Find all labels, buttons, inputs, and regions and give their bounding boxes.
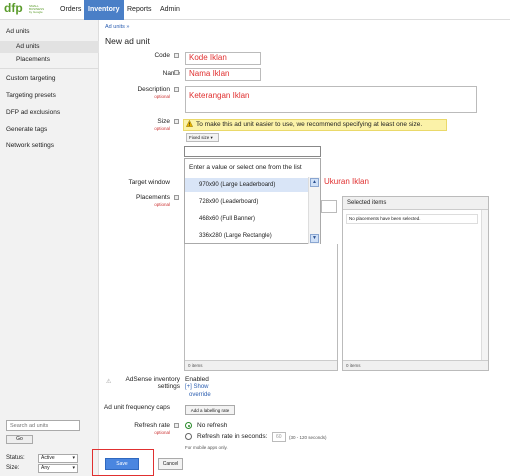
scroll-up-icon[interactable]: ▲ xyxy=(310,178,319,187)
sidebar-item-ad-units[interactable]: Ad units xyxy=(16,43,40,50)
breadcrumb[interactable]: Ad units » xyxy=(105,24,129,30)
name-field[interactable]: Nama Iklan xyxy=(185,68,261,81)
size-option[interactable]: 336x280 (Large Rectangle) xyxy=(185,229,308,243)
freq-caps-label: Ad unit frequency caps xyxy=(103,404,170,411)
placements-search-input[interactable] xyxy=(321,200,337,213)
description-optional: optional xyxy=(154,94,170,99)
name-label: Name xyxy=(162,70,180,77)
refresh-seconds-radio[interactable] xyxy=(185,433,192,440)
size-label: Size: xyxy=(6,465,20,471)
logo-small-text: SMALL BUSINESS by Google xyxy=(29,4,45,14)
selected-items-pane[interactable]: Selected items No placements have been s… xyxy=(342,196,489,371)
placements-label: Placements xyxy=(136,194,170,201)
go-button[interactable]: Go xyxy=(6,435,33,444)
logo-text: dfp xyxy=(4,1,23,15)
sidebar-item-targeting-presets[interactable]: Targeting presets xyxy=(6,92,56,99)
code-label: Code xyxy=(154,52,170,59)
description-field[interactable]: Keterangan Iklan xyxy=(185,86,477,113)
help-icon[interactable] xyxy=(174,87,179,92)
refresh-rate-optional: optional xyxy=(154,430,170,435)
description-label: Description xyxy=(137,86,170,93)
sidebar xyxy=(0,20,99,476)
help-icon[interactable] xyxy=(174,423,179,428)
refresh-range-hint: (30 - 120 seconds) xyxy=(289,435,327,440)
available-items-count: 0 items xyxy=(185,360,337,370)
adsense-override-link[interactable]: override xyxy=(189,392,211,398)
target-window-label: Target window xyxy=(128,179,170,186)
warning-icon xyxy=(186,120,193,127)
size-option[interactable]: 728x90 (Leaderboard) xyxy=(185,195,308,209)
tab-orders[interactable]: Orders xyxy=(56,0,85,20)
chevron-down-icon: ▾ xyxy=(72,455,75,461)
help-icon[interactable] xyxy=(174,70,179,75)
add-frequency-cap-button[interactable]: Add a labelling rate xyxy=(185,405,235,415)
size-dropdown-list[interactable]: Enter a value or select one from the lis… xyxy=(184,158,321,244)
dropdown-hint: Enter a value or select one from the lis… xyxy=(189,164,302,171)
scroll-down-icon[interactable]: ▼ xyxy=(310,234,319,243)
selected-items-count: 0 items xyxy=(343,360,488,370)
available-placements-pane[interactable]: 0 items xyxy=(184,244,338,371)
search-ad-units-input[interactable] xyxy=(6,420,80,431)
help-icon[interactable] xyxy=(174,195,179,200)
refresh-rate-label: Refresh rate xyxy=(134,422,170,429)
status-label: Status: xyxy=(6,455,25,461)
size-warning-text: To make this ad unit easier to use, we r… xyxy=(196,121,423,128)
sidebar-item-ad-exclusions[interactable]: DFP ad exclusions xyxy=(6,109,60,116)
save-button[interactable]: Save xyxy=(105,458,139,470)
size-warning-banner: To make this ad unit easier to use, we r… xyxy=(183,119,447,131)
size-combobox-input[interactable] xyxy=(184,146,321,157)
help-icon[interactable] xyxy=(174,119,179,124)
sidebar-item-placements[interactable]: Placements xyxy=(16,56,50,63)
size-field-label: Size xyxy=(157,118,170,125)
refresh-seconds-label: Refresh rate in seconds: xyxy=(197,433,268,440)
size-select[interactable]: Any ▾ xyxy=(38,464,78,473)
adsense-show-link[interactable]: [+] Show xyxy=(185,384,209,390)
cancel-button[interactable]: Cancel xyxy=(158,458,183,470)
sidebar-divider xyxy=(0,68,99,69)
sidebar-section-ad-units[interactable]: Ad units xyxy=(6,28,30,35)
selected-items-header: Selected items xyxy=(343,197,488,210)
no-refresh-label: No refresh xyxy=(197,422,228,429)
sidebar-item-network-settings[interactable]: Network settings xyxy=(6,142,54,149)
code-field[interactable]: Kode Iklan xyxy=(185,52,261,65)
fixed-size-select[interactable]: Fixed size ▾ xyxy=(186,133,219,142)
size-option[interactable]: 468x60 (Full Banner) xyxy=(185,212,308,226)
size-option[interactable]: 970x90 (Large Leaderboard) xyxy=(185,178,308,192)
sidebar-item-generate-tags[interactable]: Generate tags xyxy=(6,126,47,133)
selected-items-scrollbar[interactable] xyxy=(481,210,488,360)
help-icon[interactable] xyxy=(174,53,179,58)
chevron-down-icon: ▾ xyxy=(210,135,213,140)
no-placements-message: No placements have been selected. xyxy=(346,214,478,224)
dfp-logo[interactable]: dfp SMALL BUSINESS by Google xyxy=(4,1,48,17)
sidebar-item-custom-targeting[interactable]: Custom targeting xyxy=(6,75,56,82)
status-select[interactable]: Active ▾ xyxy=(38,454,78,463)
tab-inventory[interactable]: Inventory xyxy=(84,0,124,20)
adsense-label: AdSense inventory settings xyxy=(125,376,180,390)
no-refresh-radio[interactable] xyxy=(185,422,192,429)
dropdown-scrollbar[interactable]: ▲ ▼ xyxy=(308,177,320,244)
refresh-seconds-input[interactable]: 60 xyxy=(272,432,286,442)
tab-admin[interactable]: Admin xyxy=(156,0,184,20)
tab-reports[interactable]: Reports xyxy=(123,0,156,20)
adsense-status: Enabled xyxy=(185,376,209,383)
page-title: New ad unit xyxy=(105,36,150,46)
size-optional: optional xyxy=(154,126,170,131)
refresh-mobile-note: For mobile apps only. xyxy=(185,445,228,450)
size-annotation: Ukuran Iklan xyxy=(324,177,369,186)
placements-optional: optional xyxy=(154,202,170,207)
sidebar-selected-highlight xyxy=(0,41,99,53)
chevron-down-icon: ▾ xyxy=(72,465,75,471)
